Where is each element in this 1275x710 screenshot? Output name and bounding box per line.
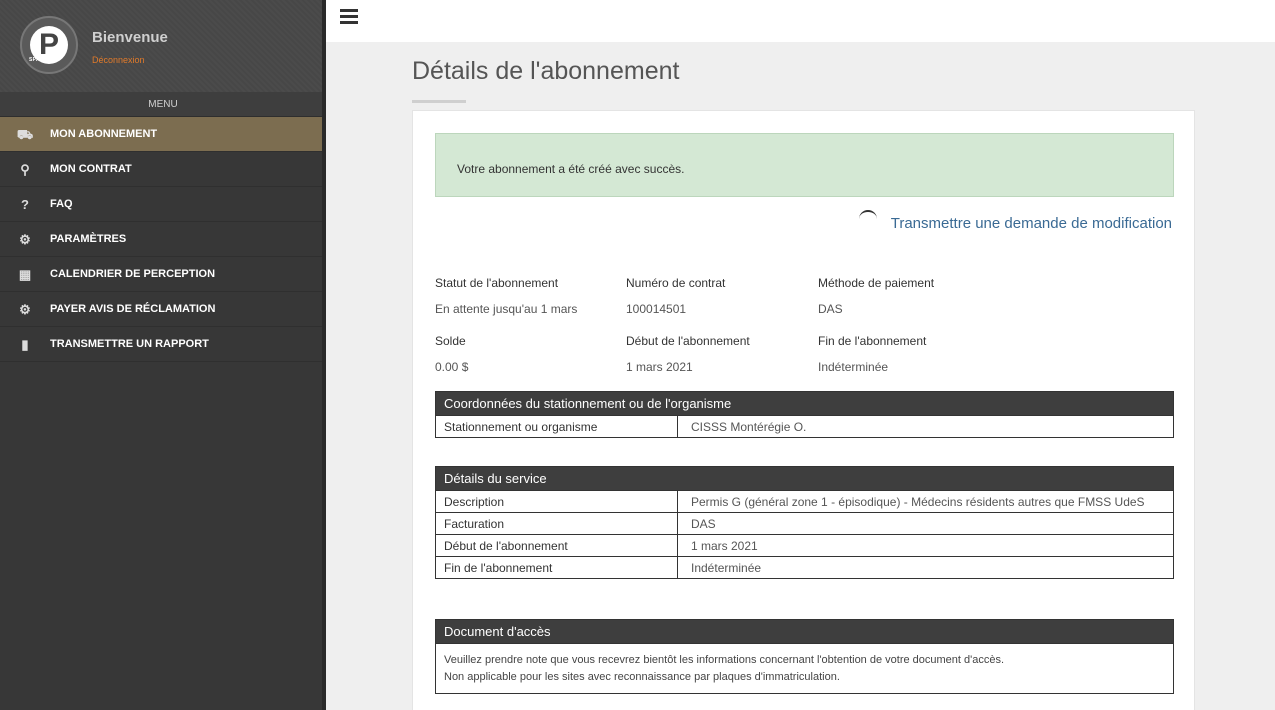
search-icon: ⚲ — [20, 161, 30, 177]
balance-value: 0.00 $ — [435, 360, 469, 374]
access-line-1: Veuillez prendre note que vous recevrez … — [444, 654, 1005, 666]
sidebar-item-mon-contrat[interactable]: ⚲ MON CONTRAT — [0, 152, 326, 187]
service-section: Détails du service Description Permis G … — [435, 466, 1174, 579]
top-bar — [326, 0, 1275, 42]
success-alert: Votre abonnement a été créé avec succès. — [435, 133, 1174, 197]
contract-label: Numéro de contrat — [626, 276, 726, 290]
gear-icon: ⚙ — [19, 301, 31, 317]
sidebar-item-transmettre-rapport[interactable]: ▮ TRANSMETTRE UN RAPPORT — [0, 327, 326, 362]
table-row: Description Permis G (général zone 1 - é… — [436, 490, 1173, 512]
sidebar-item-faq[interactable]: ? FAQ — [0, 187, 326, 222]
access-line-2: Non applicable pour les sites avec recon… — [444, 671, 840, 683]
sidebar-edge — [322, 0, 326, 710]
end-label: Fin de l'abonnement — [818, 334, 927, 348]
row-value: CISSS Montérégie O. — [691, 420, 807, 434]
sidebar-item-payer-avis[interactable]: ⚙ PAYER AVIS DE RÉCLAMATION — [0, 292, 326, 327]
table-row: Fin de l'abonnement Indéterminée — [436, 556, 1173, 578]
start-label: Début de l'abonnement — [626, 334, 750, 348]
sidebar-item-label: PAYER AVIS DE RÉCLAMATION — [50, 302, 216, 315]
payment-label: Méthode de paiement — [818, 276, 935, 290]
loading-spinner-icon — [859, 210, 877, 220]
logout-link[interactable]: Déconnexion — [92, 55, 145, 65]
file-icon: ▮ — [21, 336, 29, 352]
row-value: Indéterminée — [691, 561, 762, 575]
title-underline — [412, 100, 466, 103]
logo: P SPAG — [20, 16, 78, 74]
table-row: Facturation DAS — [436, 512, 1173, 534]
sidebar-item-label: CALENDRIER DE PERCEPTION — [50, 267, 216, 280]
balance-label: Solde — [435, 334, 466, 348]
logo-text: SPAG — [29, 57, 44, 63]
sidebar-item-label: FAQ — [50, 197, 73, 210]
sidebar-item-label: MON CONTRAT — [50, 162, 132, 175]
welcome-text: Bienvenue — [92, 29, 168, 46]
row-value: DAS — [691, 517, 716, 531]
row-key: Fin de l'abonnement — [436, 557, 678, 578]
row-key: Stationnement ou organisme — [436, 416, 678, 437]
status-value: En attente jusqu'au 1 mars — [435, 302, 578, 316]
sidebar-item-parametres[interactable]: ⚙ PARAMÈTRES — [0, 222, 326, 257]
content-card: Votre abonnement a été créé avec succès.… — [412, 110, 1195, 710]
section-title: Coordonnées du stationnement ou de l'org… — [436, 392, 1173, 415]
modification-request-link[interactable]: Transmettre une demande de modification — [891, 215, 1172, 232]
row-value: Permis G (général zone 1 - épisodique) -… — [691, 495, 1145, 509]
section-title: Document d'accès — [436, 620, 1173, 643]
car-icon: ⛟ — [16, 126, 34, 142]
payment-value: DAS — [818, 302, 843, 316]
menu-label: MENU — [0, 92, 326, 117]
end-value: Indéterminée — [818, 360, 889, 374]
access-document-section: Document d'accès Veuillez prendre note q… — [435, 619, 1174, 694]
sidebar-item-mon-abonnement[interactable]: ⛟ MON ABONNEMENT — [0, 117, 326, 152]
page-title: Détails de l'abonnement — [412, 57, 680, 85]
start-value: 1 mars 2021 — [626, 360, 693, 374]
sidebar-item-label: TRANSMETTRE UN RAPPORT — [50, 337, 209, 350]
status-label: Statut de l'abonnement — [435, 276, 559, 290]
access-document-text: Veuillez prendre note que vous recevrez … — [436, 643, 1173, 693]
sidebar-header: P SPAG Bienvenue Déconnexion — [0, 0, 326, 92]
hamburger-menu-icon[interactable] — [340, 9, 358, 25]
calendar-icon: ▦ — [18, 266, 32, 282]
sidebar-item-label: MON ABONNEMENT — [50, 127, 158, 140]
table-row: Stationnement ou organisme CISSS Montéré… — [436, 415, 1173, 437]
table-row: Début de l'abonnement 1 mars 2021 — [436, 534, 1173, 556]
question-icon: ? — [21, 196, 29, 212]
row-key: Début de l'abonnement — [436, 535, 678, 556]
section-title: Détails du service — [436, 467, 1173, 490]
contract-value: 100014501 — [626, 302, 687, 316]
sidebar: P SPAG Bienvenue Déconnexion MENU ⛟ MON … — [0, 0, 326, 710]
location-section: Coordonnées du stationnement ou de l'org… — [435, 391, 1174, 438]
gear-icon: ⚙ — [19, 231, 31, 247]
row-key: Description — [436, 491, 678, 512]
sidebar-item-calendrier[interactable]: ▦ CALENDRIER DE PERCEPTION — [0, 257, 326, 292]
alert-text: Votre abonnement a été créé avec succès. — [457, 162, 685, 176]
sidebar-item-label: PARAMÈTRES — [50, 232, 127, 245]
row-key: Facturation — [436, 513, 678, 534]
row-value: 1 mars 2021 — [691, 539, 758, 553]
